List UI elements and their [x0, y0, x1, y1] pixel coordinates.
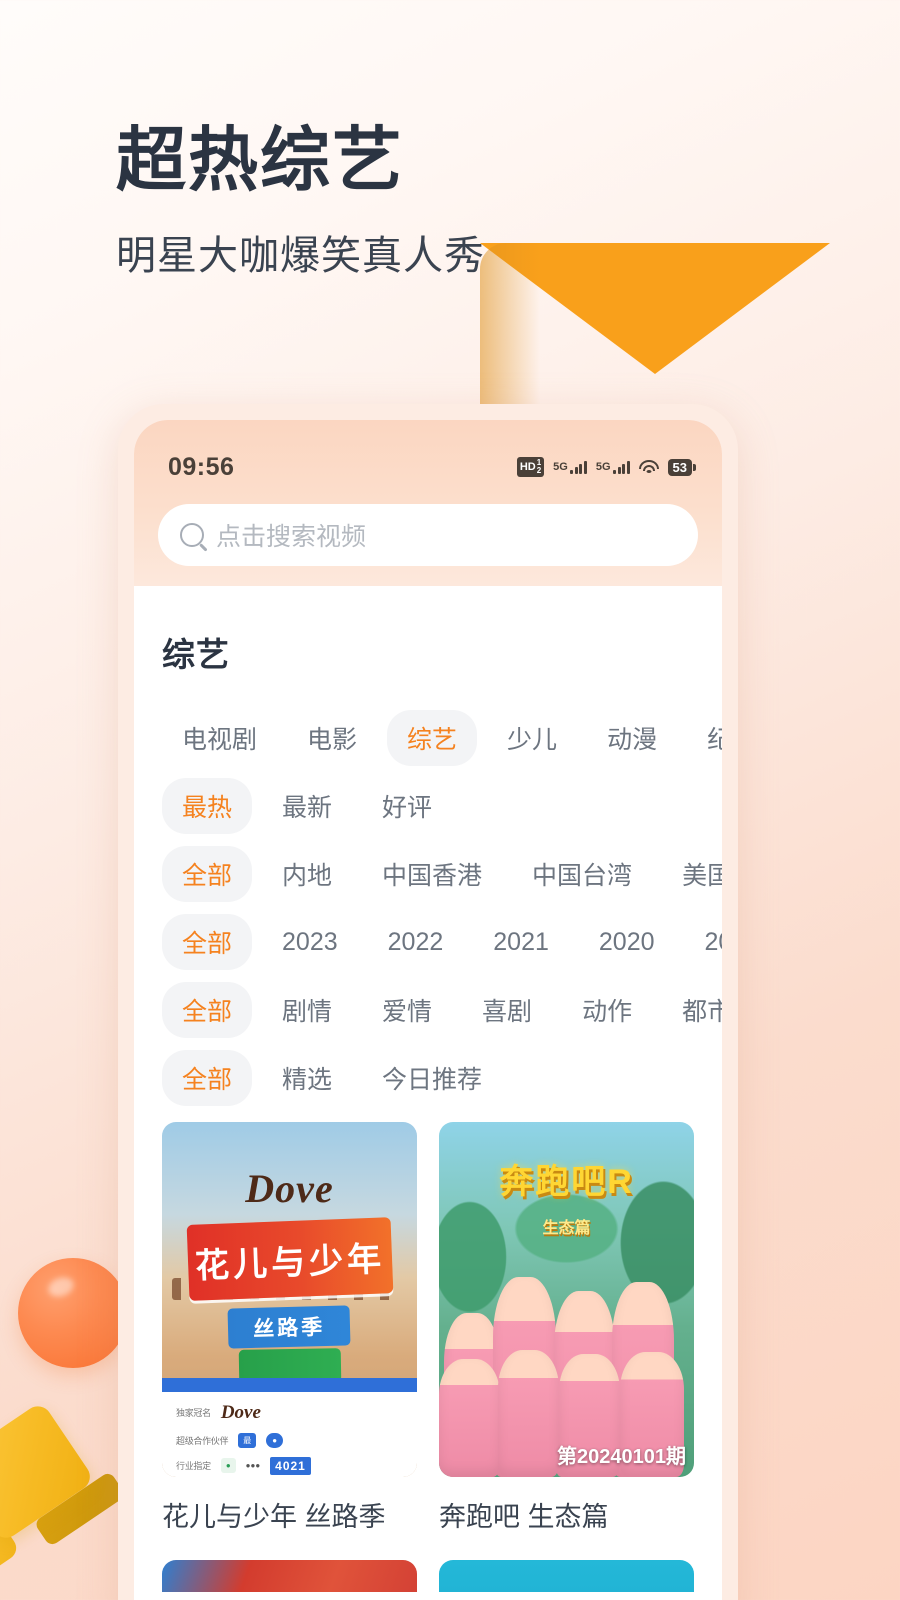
status-time: 09:56 — [168, 452, 235, 481]
signal-sim2-label: 5G — [595, 460, 611, 473]
tab-documentary[interactable]: 纪录片 — [687, 710, 722, 766]
sponsor-label-partner: 超级合作伙伴 — [176, 1435, 229, 1446]
filter-year-2019[interactable]: 2019 — [685, 918, 722, 967]
phone-mockup: 09:56 HD 1 2 5G 5G 53 点击搜索视频 综艺 电视剧 电影 综… — [118, 404, 738, 1600]
signal-5g-sim2-icon: 5G — [595, 460, 630, 474]
video-card[interactable]: Dove 花儿与少年 丝路季 独家冠名 Dove 超级合作伙伴 最 ● 行业指定… — [162, 1122, 417, 1534]
video-poster[interactable]: 奔跑吧R 生态篇 第20240101期 — [439, 1122, 694, 1477]
sponsor-partner-badge: 最 — [238, 1432, 257, 1448]
hd-sim-bottom: 2 — [536, 466, 542, 475]
filter-year-2022[interactable]: 2022 — [368, 918, 464, 967]
hero-subtitle: 明星大咖爆笑真人秀 — [116, 233, 485, 278]
poster-main-title: 奔跑吧R — [499, 1162, 634, 1201]
video-grid: Dove 花儿与少年 丝路季 独家冠名 Dove 超级合作伙伴 最 ● 行业指定… — [162, 1122, 694, 1534]
hd-voice-icon: HD 1 2 — [516, 457, 545, 477]
filter-row-sort: 最热 最新 好评 — [162, 778, 694, 834]
filter-feature-all[interactable]: 全部 — [162, 1050, 253, 1106]
page-title: 综艺 — [162, 636, 230, 673]
tab-variety[interactable]: 综艺 — [387, 710, 478, 766]
category-tab-row: 电视剧 电影 综艺 少儿 动漫 纪录片 — [162, 710, 722, 766]
hd-label: HD — [519, 460, 536, 473]
poster-main-title: 花儿与少年 — [186, 1217, 393, 1302]
filter-row-genre: 全部 剧情 爱情 喜剧 动作 都市 — [162, 982, 722, 1038]
sponsor-dove-logo: Dove — [220, 1401, 261, 1423]
filter-genre-romance[interactable]: 爱情 — [362, 982, 452, 1038]
filter-year-all[interactable]: 全部 — [162, 914, 253, 970]
sponsor-green-badge: ● — [220, 1458, 236, 1474]
video-poster[interactable] — [439, 1560, 694, 1592]
app-header: 09:56 HD 1 2 5G 5G 53 点击搜索视频 — [134, 420, 722, 586]
filter-region-taiwan[interactable]: 中国台湾 — [512, 846, 652, 902]
filter-region-all[interactable]: 全部 — [162, 846, 253, 902]
filter-feature-selected[interactable]: 精选 — [262, 1050, 352, 1106]
filter-row-region: 全部 内地 中国香港 中国台湾 美国 — [162, 846, 722, 902]
orange-sphere-shape — [18, 1258, 128, 1368]
episode-badge: 第20240101期 — [557, 1446, 686, 1468]
wifi-icon — [638, 459, 659, 475]
tab-movie[interactable]: 电影 — [287, 710, 377, 766]
video-poster[interactable]: Dove 花儿与少年 丝路季 独家冠名 Dove 超级合作伙伴 最 ● 行业指定… — [162, 1122, 417, 1477]
filter-genre-drama[interactable]: 剧情 — [262, 982, 352, 1038]
sponsor-row-industry: 行业指定 ● ●●● 4021 — [176, 1456, 403, 1475]
poster-sub-title: 生态篇 — [542, 1220, 591, 1238]
search-input[interactable]: 点击搜索视频 — [216, 517, 366, 553]
filter-region-mainland[interactable]: 内地 — [262, 846, 352, 902]
video-grid-next-row — [162, 1560, 694, 1592]
filter-year-2021[interactable]: 2021 — [473, 918, 569, 967]
tab-anime[interactable]: 动漫 — [587, 710, 677, 766]
filter-genre-all[interactable]: 全部 — [162, 982, 253, 1038]
filter-region-hongkong[interactable]: 中国香港 — [362, 846, 502, 902]
sponsor-label-industry: 行业指定 — [176, 1461, 211, 1472]
filter-genre-action[interactable]: 动作 — [562, 982, 652, 1038]
sponsor-row-title: 独家冠名 Dove — [176, 1402, 403, 1424]
battery-icon: 53 — [667, 458, 697, 476]
tab-kids[interactable]: 少儿 — [487, 710, 577, 766]
filter-sort-hottest[interactable]: 最热 — [162, 778, 253, 834]
filter-year-2023[interactable]: 2023 — [262, 918, 358, 967]
signal-sim1-label: 5G — [553, 460, 568, 473]
sponsor-partner-pill: ● — [266, 1432, 284, 1448]
filter-year-2020[interactable]: 2020 — [579, 918, 675, 967]
sponsor-label-exclusive: 独家冠名 — [176, 1408, 211, 1419]
signal-5g-sim1-icon: 5G — [553, 460, 587, 474]
status-bar: 09:56 HD 1 2 5G 5G 53 — [158, 452, 698, 482]
poster-sponsor-strip: 独家冠名 Dove 超级合作伙伴 最 ● 行业指定 ● ●●● 4021 — [162, 1391, 417, 1477]
sponsor-number-badge: 4021 — [270, 1456, 311, 1475]
filter-genre-comedy[interactable]: 喜剧 — [462, 982, 552, 1038]
filter-row-year: 全部 2023 2022 2021 2020 2019 — [162, 914, 722, 970]
filter-row-feature: 全部 精选 今日推荐 — [162, 1050, 694, 1106]
search-bar[interactable]: 点击搜索视频 — [158, 504, 698, 566]
poster-blue-bar — [162, 1377, 417, 1392]
filter-feature-today[interactable]: 今日推荐 — [362, 1050, 502, 1106]
search-icon — [180, 523, 204, 547]
poster-brand-logo: Dove — [245, 1165, 334, 1211]
hero-title: 超热综艺 — [116, 121, 404, 199]
hero-text-block: 超热综艺 明星大咖爆笑真人秀 — [116, 120, 485, 281]
filter-genre-urban[interactable]: 都市 — [662, 982, 722, 1038]
hd-sim-index: 1 2 — [537, 459, 541, 474]
video-poster[interactable] — [162, 1560, 417, 1592]
tab-tv-drama[interactable]: 电视剧 — [162, 710, 277, 766]
poster-sub-title: 丝路季 — [227, 1304, 352, 1349]
video-title[interactable]: 花儿与少年 丝路季 — [162, 1495, 417, 1534]
filter-sort-top-rated[interactable]: 好评 — [362, 778, 452, 834]
status-icons: HD 1 2 5G 5G 53 — [516, 457, 697, 477]
filter-region-usa[interactable]: 美国 — [662, 846, 722, 902]
content-card: 综艺 电视剧 电影 综艺 少儿 动漫 纪录片 最热 最新 好评 全部 内地 中国… — [134, 598, 722, 1592]
phone-screen: 09:56 HD 1 2 5G 5G 53 点击搜索视频 综艺 电视剧 电影 综… — [134, 420, 722, 1600]
filter-sort-newest[interactable]: 最新 — [262, 778, 352, 834]
video-title[interactable]: 奔跑吧 生态篇 — [439, 1495, 694, 1534]
video-card[interactable]: 奔跑吧R 生态篇 第20240101期 奔跑吧 生态篇 — [439, 1122, 694, 1534]
sponsor-row-partner: 超级合作伙伴 最 ● — [176, 1432, 403, 1448]
sponsor-text-badge: ●●● — [245, 1461, 261, 1471]
